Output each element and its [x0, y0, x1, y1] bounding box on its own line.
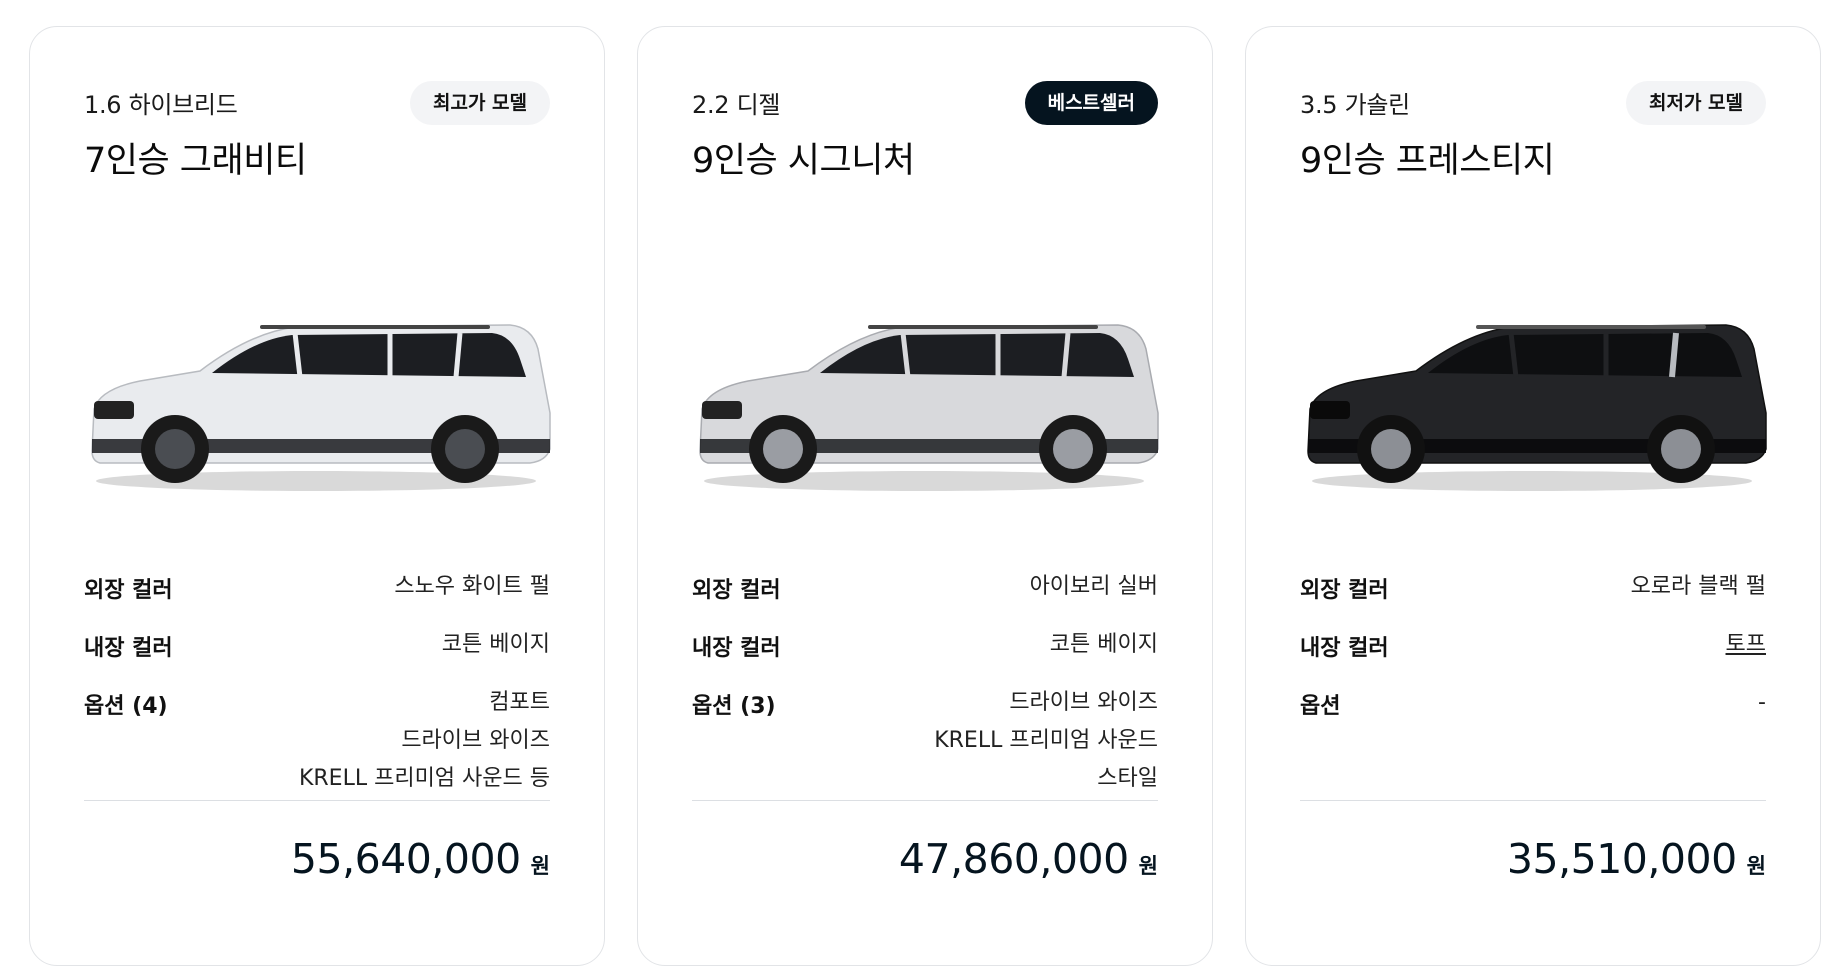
price-unit: 원 [530, 854, 550, 878]
option-item: 컴포트 [489, 690, 550, 715]
option-item: KRELL 프리미엄 사운드 등 [298, 766, 550, 791]
price: 47,860,000 원 [899, 835, 1158, 883]
engine-label: 2.2 디젤 [692, 91, 781, 119]
spec-row-interior: 내장 컬러 코튼 베이지 [692, 630, 1158, 664]
divider [692, 800, 1158, 801]
engine-label: 3.5 가솔린 [1300, 91, 1410, 119]
spec-value-item: 오로라 블랙 펄 [1630, 574, 1766, 599]
trim-card-prestige[interactable]: 3.5 가솔린 9인승 프레스티지 최저가 모델 외장 컬러 오로라 블랙 펄 … [1245, 26, 1821, 966]
option-item: 드라이브 와이즈 [401, 728, 550, 753]
divider [1300, 800, 1766, 801]
spec-value: 아이보리 실버 [1030, 568, 1158, 606]
spec-value: 코튼 베이지 [442, 626, 550, 664]
spec-value-item: 아이보리 실버 [1029, 574, 1158, 599]
trim-card-gravity[interactable]: 1.6 하이브리드 7인승 그래비티 최고가 모델 외장 컬러 스노우 화이트 … [29, 26, 605, 966]
car-image [91, 324, 551, 491]
price-unit: 원 [1138, 854, 1158, 878]
trim-card-signature[interactable]: 2.2 디젤 9인승 시그니처 베스트셀러 외장 컬러 아이보리 실버 내장 컬… [637, 26, 1213, 966]
spec-value: 컴포트 드라이브 와이즈 KRELL 프리미엄 사운드 등 [299, 684, 550, 798]
spec-label: 외장 컬러 [692, 578, 781, 603]
spec-row-interior: 내장 컬러 토프 [1300, 630, 1766, 664]
spec-value: 코튼 베이지 [1050, 626, 1158, 664]
option-item: - [1758, 690, 1766, 715]
spec-label: 내장 컬러 [692, 636, 781, 661]
spec-value: 스노우 화이트 펄 [394, 568, 550, 606]
spec-label: 외장 컬러 [1300, 578, 1389, 603]
spec-row-interior: 내장 컬러 코튼 베이지 [84, 630, 550, 664]
spec-row-exterior: 외장 컬러 스노우 화이트 펄 [84, 572, 550, 606]
spec-value: 토프 [1726, 626, 1766, 664]
trim-title: 7인승 그래비티 [84, 141, 307, 181]
price: 35,510,000 원 [1507, 835, 1766, 883]
bestseller-badge: 베스트셀러 [1024, 81, 1158, 125]
spec-value: 드라이브 와이즈 KRELL 프리미엄 사운드 스타일 [934, 684, 1158, 798]
option-item: KRELL 프리미엄 사운드 [934, 728, 1158, 753]
engine-label: 1.6 하이브리드 [84, 91, 238, 119]
trim-title: 9인승 시그니처 [692, 141, 915, 181]
spec-label: 옵션 (3) [692, 694, 776, 719]
spec-row-exterior: 외장 컬러 오로라 블랙 펄 [1300, 572, 1766, 606]
spec-label: 옵션 [1300, 694, 1341, 719]
spec-value: - [1758, 684, 1766, 722]
price-amount: 35,510,000 [1506, 835, 1737, 883]
trim-card-list: 1.6 하이브리드 7인승 그래비티 최고가 모델 외장 컬러 스노우 화이트 … [29, 26, 1821, 966]
trim-title: 9인승 프레스티지 [1300, 141, 1555, 181]
price: 55,640,000 원 [291, 835, 550, 883]
spec-row-options: 옵션 (4) 컴포트 드라이브 와이즈 KRELL 프리미엄 사운드 등 [84, 688, 550, 798]
price-unit: 원 [1746, 854, 1766, 878]
spec-label: 외장 컬러 [84, 578, 173, 603]
price-amount: 55,640,000 [290, 835, 521, 883]
option-item: 드라이브 와이즈 [1009, 690, 1158, 715]
spec-value: 오로라 블랙 펄 [1631, 568, 1766, 606]
spec-row-options: 옵션 - [1300, 688, 1766, 722]
spec-value-item: 스노우 화이트 펄 [394, 574, 550, 599]
option-item: 스타일 [1097, 766, 1158, 791]
price-badge: 최저가 모델 [1625, 81, 1766, 125]
spec-value-link[interactable]: 토프 [1726, 626, 1766, 664]
spec-label: 옵션 (4) [84, 694, 168, 719]
spec-value-item: 코튼 베이지 [1049, 632, 1158, 657]
car-image [699, 324, 1159, 491]
price-badge: 최고가 모델 [409, 81, 550, 125]
spec-label: 내장 컬러 [84, 636, 173, 661]
spec-row-options: 옵션 (3) 드라이브 와이즈 KRELL 프리미엄 사운드 스타일 [692, 688, 1158, 798]
price-amount: 47,860,000 [898, 835, 1129, 883]
spec-label: 내장 컬러 [1300, 636, 1389, 661]
car-image [1307, 324, 1767, 491]
spec-value-item: 코튼 베이지 [441, 632, 550, 657]
divider [84, 800, 550, 801]
spec-row-exterior: 외장 컬러 아이보리 실버 [692, 572, 1158, 606]
